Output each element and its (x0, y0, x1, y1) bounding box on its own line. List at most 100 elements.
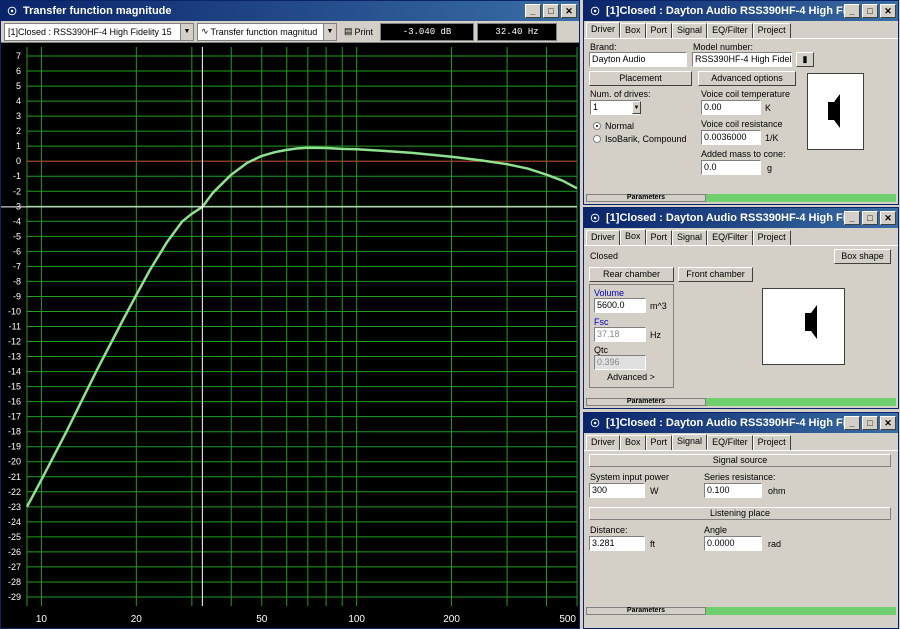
print-button[interactable]: ▤ Print (340, 23, 377, 41)
status-label: Parameters (586, 194, 706, 202)
y-tick-label: -28 (8, 577, 21, 587)
graph-window-title: Transfer function magnitude (23, 5, 172, 17)
tab-port[interactable]: Port (645, 435, 673, 450)
brand-field[interactable]: Dayton Audio (589, 52, 687, 67)
power-label: System input power (590, 472, 670, 482)
box-panel-tabs: Driver Box Port Signal EQ/Filter Project (586, 229, 898, 245)
close-button[interactable]: ✕ (880, 211, 896, 225)
fsc-field[interactable]: 37.18 (594, 327, 646, 342)
normal-radio[interactable] (593, 122, 601, 130)
maximize-button[interactable]: □ (862, 211, 878, 225)
front-chamber-button[interactable]: Front chamber (678, 267, 753, 282)
tab-project[interactable]: Project (752, 435, 791, 450)
tab-project[interactable]: Project (752, 230, 791, 245)
tab-port[interactable]: Port (645, 23, 673, 38)
graph-toolbar: [1]Closed : RSS390HF-4 High Fidelity 15 … (1, 21, 579, 43)
isobarik-radio[interactable] (593, 135, 601, 143)
chevron-down-icon: ▼ (323, 23, 336, 40)
vc-res-field[interactable]: 0.0036000 (701, 130, 761, 145)
volume-unit: m^3 (650, 301, 667, 311)
tab-box[interactable]: Box (620, 229, 646, 245)
box-type-value: Closed (590, 251, 619, 261)
angle-field[interactable]: 0.0000 (704, 536, 762, 551)
graph-icon: ∿ (201, 26, 209, 36)
signal-panel-tabs: Driver Box Port Signal EQ/Filter Project (586, 434, 898, 450)
volume-field[interactable]: 5600.0 (594, 298, 646, 313)
box-diagram (762, 288, 845, 365)
minimize-button[interactable]: _ (525, 4, 541, 18)
tab-port[interactable]: Port (645, 230, 673, 245)
tab-driver[interactable]: Driver (586, 230, 620, 245)
tab-signal[interactable]: Signal (672, 230, 708, 245)
power-field[interactable]: 300 (589, 483, 645, 498)
tab-signal[interactable]: Signal (672, 434, 708, 450)
close-button[interactable]: ✕ (561, 4, 577, 18)
box-statusbar: Parameters (586, 398, 896, 406)
minimize-button[interactable]: _ (844, 416, 860, 430)
box-shape-button[interactable]: Box shape (834, 249, 891, 264)
vc-temp-label: Voice coil temperature (701, 89, 791, 99)
y-tick-label: -12 (8, 337, 21, 347)
speaker-icon-button[interactable]: ▮ (796, 52, 814, 67)
tab-driver[interactable]: Driver (586, 22, 620, 38)
driver-panel-titlebar[interactable]: ☉ [1]Closed : Dayton Audio RSS390HF-4 Hi… (584, 1, 898, 21)
fsc-unit: Hz (650, 330, 661, 340)
tab-eq-filter[interactable]: EQ/Filter (707, 435, 753, 450)
advanced-options-button[interactable]: Advanced options (698, 71, 796, 86)
x-tick-label: 20 (131, 614, 143, 625)
rear-chamber-button[interactable]: Rear chamber (589, 267, 674, 282)
model-field[interactable]: RSS390HF-4 High Fidelit (692, 52, 792, 67)
y-tick-label: -29 (8, 592, 21, 602)
chevron-down-icon[interactable]: ▼ (632, 101, 641, 114)
plot-area[interactable]: 7 6 5 4 3 2 1 0 -1 -2 -3 -4 -5 -6 -7 -8 -9 -10 -11 -12 -13 -1… (1, 43, 579, 628)
tab-eq-filter[interactable]: EQ/Filter (707, 230, 753, 245)
panel-app-icon: ☉ (590, 5, 600, 18)
tab-signal[interactable]: Signal (672, 23, 708, 38)
maximize-button[interactable]: □ (543, 4, 559, 18)
angle-label: Angle (704, 525, 728, 535)
panel-app-icon: ☉ (590, 212, 600, 225)
tab-eq-filter[interactable]: EQ/Filter (707, 23, 753, 38)
transfer-function-chart[interactable]: 76543210-1-2-3-4-5-6-7-8-9-10-11-12-13-1… (1, 43, 579, 628)
placement-button[interactable]: Placement (589, 71, 692, 86)
y-tick-label: 7 (16, 51, 21, 61)
y-tick-label: -22 (8, 487, 21, 497)
minimize-button[interactable]: _ (844, 211, 860, 225)
maximize-button[interactable]: □ (862, 416, 878, 430)
y-tick-label: 4 (16, 96, 21, 106)
y-tick-label: -25 (8, 532, 21, 542)
graph-select[interactable]: ∿ Transfer function magnitud ▼ (197, 22, 337, 41)
tab-project[interactable]: Project (752, 23, 791, 38)
maximize-button[interactable]: □ (862, 4, 878, 18)
y-tick-label: 5 (16, 81, 21, 91)
added-mass-field[interactable]: 0.0 (701, 160, 761, 175)
added-mass-label: Added mass to cone: (701, 149, 786, 159)
y-tick-label: -7 (13, 261, 21, 271)
vc-temp-field[interactable]: 0.00 (701, 100, 761, 115)
panel-app-icon: ☉ (590, 417, 600, 430)
graph-window-titlebar[interactable]: ☉ Transfer function magnitude _ □ ✕ (1, 1, 579, 21)
status-progress (706, 194, 896, 202)
y-tick-label: -26 (8, 547, 21, 557)
close-button[interactable]: ✕ (880, 4, 896, 18)
added-mass-unit: g (767, 163, 773, 173)
tab-box[interactable]: Box (620, 435, 646, 450)
y-tick-label: -2 (13, 186, 21, 196)
y-tick-label: -19 (8, 442, 21, 452)
close-button[interactable]: ✕ (880, 416, 896, 430)
tab-box[interactable]: Box (620, 23, 646, 38)
tab-driver[interactable]: Driver (586, 435, 620, 450)
project-select[interactable]: [1]Closed : RSS390HF-4 High Fidelity 15 … (4, 22, 194, 41)
qtc-field: 0.396 (594, 355, 646, 370)
advanced-link[interactable]: Advanced > (600, 371, 662, 386)
x-tick-label: 200 (443, 614, 460, 625)
minimize-button[interactable]: _ (844, 4, 860, 18)
angle-unit: rad (768, 539, 782, 549)
signal-panel-titlebar[interactable]: ☉ [1]Closed : Dayton Audio RSS390HF-4 Hi… (584, 413, 898, 433)
x-tick-label: 100 (348, 614, 365, 625)
series-res-field[interactable]: 0.100 (704, 483, 762, 498)
y-tick-label: -3 (13, 201, 21, 211)
distance-field[interactable]: 3.281 (589, 536, 645, 551)
volume-label: Volume (594, 288, 625, 298)
box-panel-titlebar[interactable]: ☉ [1]Closed : Dayton Audio RSS390HF-4 Hi… (584, 208, 898, 228)
